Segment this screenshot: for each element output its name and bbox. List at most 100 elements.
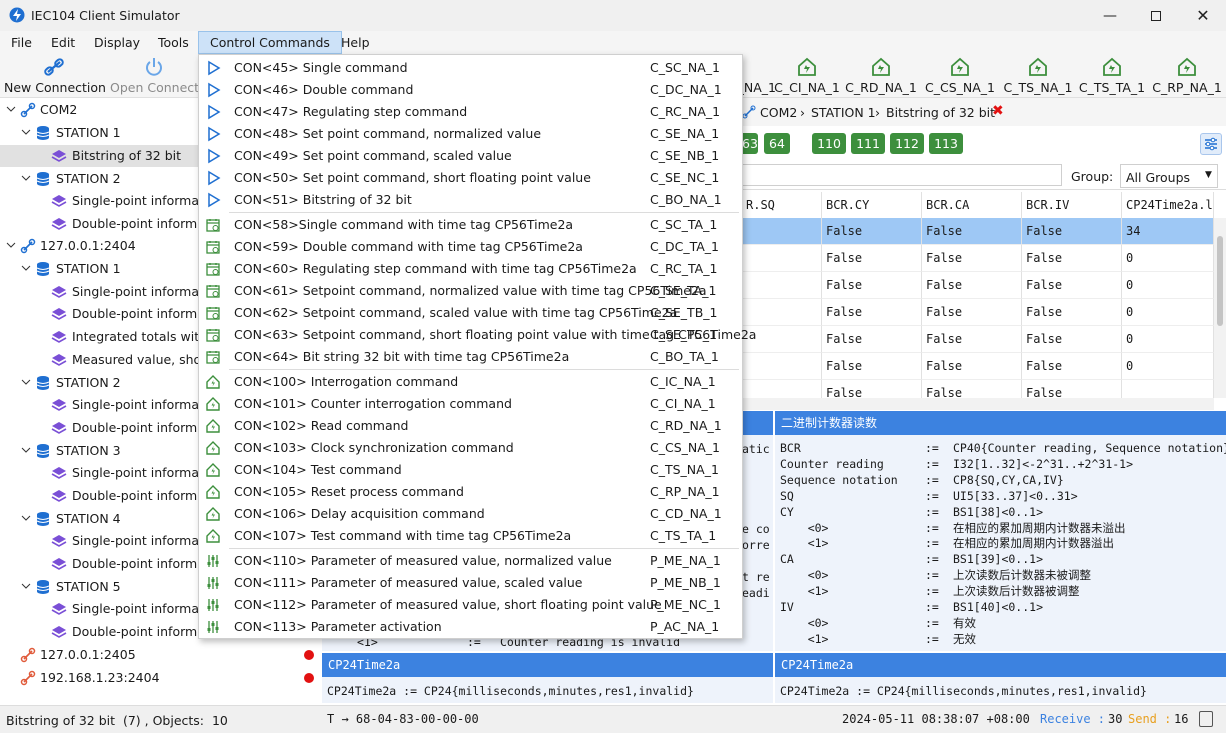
menu-item-c-se-nb-1[interactable]: CON<49> Set point command, scaled value C… — [199, 145, 742, 167]
chevron-down-icon[interactable] — [20, 261, 32, 275]
new-connection-button[interactable]: New Connection — [4, 54, 106, 98]
column-header[interactable]: BCR.CA — [922, 192, 1022, 218]
menu-item-c-se-nc-1[interactable]: CON<50> Set point command, short floatin… — [199, 167, 742, 189]
grid-cell[interactable]: False — [1022, 245, 1122, 272]
menu-file[interactable]: File — [0, 31, 43, 54]
menu-item-c-ic-na-1[interactable]: CON<100> Interrogation command C_IC_NA_1 — [199, 371, 742, 393]
column-header[interactable]: BCR.CY — [822, 192, 922, 218]
grid-cell[interactable]: False — [922, 245, 1022, 272]
close-icon[interactable]: ✖ — [992, 103, 1004, 119]
menu-edit[interactable]: Edit — [40, 31, 86, 54]
type-button[interactable]: 64 — [764, 133, 790, 154]
grid-cell[interactable]: False — [822, 272, 922, 299]
grid-cell[interactable]: 0 — [1122, 326, 1214, 353]
grid-cell[interactable]: 34 — [1122, 218, 1214, 245]
menu-item-p-me-na-1[interactable]: CON<110> Parameter of measured value, no… — [199, 550, 742, 572]
grid-cell[interactable]: False — [1022, 272, 1122, 299]
menu-item-c-se-tb-1[interactable]: CON<62> Setpoint command, scaled value w… — [199, 302, 742, 324]
minimize-button[interactable]: — — [1087, 0, 1133, 31]
menu-item-c-se-tc-1[interactable]: CON<63> Setpoint command, short floating… — [199, 324, 756, 346]
grid-cell[interactable]: False — [822, 353, 922, 380]
menu-item-c-se-na-1[interactable]: CON<48> Set point command, normalized va… — [199, 123, 742, 145]
type-button[interactable]: 63 — [742, 133, 758, 154]
menu-item-c-bo-ta-1[interactable]: CON<64> Bit string 32 bit with time tag … — [199, 346, 742, 368]
type-button[interactable]: 113 — [929, 133, 963, 154]
settings-toggle-button[interactable] — [1200, 133, 1222, 155]
menu-control-commands[interactable]: Control Commands — [198, 31, 342, 54]
menu-item-c-ci-na-1[interactable]: CON<101> Counter interrogation command C_… — [199, 393, 742, 415]
chevron-down-icon[interactable] — [20, 511, 32, 525]
menu-item-c-cd-na-1[interactable]: CON<106> Delay acquisition command C_CD_N… — [199, 503, 742, 525]
breadcrumb-station[interactable]: STATION 1 — [811, 105, 876, 120]
menu-item-c-dc-na-1[interactable]: CON<46> Double command C_DC_NA_1 — [199, 79, 742, 101]
grid-cell[interactable]: False — [822, 326, 922, 353]
maximize-button[interactable] — [1133, 0, 1179, 31]
menu-item-p-me-nb-1[interactable]: CON<111> Parameter of measured value, sc… — [199, 572, 742, 594]
grid-cell[interactable]: 0 — [1122, 353, 1214, 380]
open-connection-button[interactable]: Open Connect — [110, 54, 198, 98]
menu-item-c-rp-na-1[interactable]: CON<105> Reset process command C_RP_NA_1 — [199, 481, 742, 503]
grid-cell[interactable]: False — [1022, 218, 1122, 245]
menu-display[interactable]: Display — [83, 31, 151, 54]
tree-node-connection-disconnected[interactable]: 127.0.0.1:2405 — [0, 644, 320, 666]
chevron-down-icon[interactable] — [20, 579, 32, 593]
grid-cell[interactable]: False — [922, 218, 1022, 245]
grid-cell[interactable]: False — [922, 299, 1022, 326]
type-button[interactable]: 111 — [851, 133, 885, 154]
grid-cell[interactable]: False — [822, 299, 922, 326]
chevron-down-icon[interactable] — [20, 375, 32, 389]
chevron-down-icon[interactable] — [20, 125, 32, 139]
tree-node-connection-disconnected[interactable]: 192.168.1.23:2404 — [0, 667, 320, 689]
type-button[interactable]: 110 — [812, 133, 846, 154]
menu-item-c-se-ta-1[interactable]: CON<61> Setpoint command, normalized val… — [199, 280, 742, 302]
grid-cell[interactable]: False — [822, 218, 922, 245]
toolbar-c-ci-na-1-button[interactable]: C_CI_NA_1 — [770, 54, 844, 98]
menu-item-c-rc-na-1[interactable]: CON<47> Regulating step command C_RC_NA_1 — [199, 101, 742, 123]
grid-cell[interactable]: False — [822, 245, 922, 272]
menu-item-c-sc-ta-1[interactable]: CON<58>Single command with time tag CP56… — [199, 214, 742, 236]
column-header[interactable]: CP24Time2a.l — [1122, 192, 1214, 218]
menu-item-c-ts-na-1[interactable]: CON<104> Test command C_TS_NA_1 — [199, 459, 742, 481]
chevron-down-icon[interactable] — [20, 443, 32, 457]
toolbar-c-rp-na-1-button[interactable]: C_RP_NA_1 — [1150, 54, 1224, 98]
chevron-down-icon[interactable] — [5, 238, 17, 252]
menu-item-c-bo-na-1[interactable]: CON<51> Bitstring of 32 bit C_BO_NA_1 — [199, 189, 742, 211]
chevron-down-icon[interactable] — [20, 171, 32, 185]
trash-icon[interactable] — [1199, 711, 1213, 727]
grid-cell[interactable] — [742, 245, 822, 272]
grid-cell[interactable]: False — [1022, 299, 1122, 326]
grid-cell[interactable]: False — [922, 272, 1022, 299]
toolbar-c-ts-ta-1-button[interactable]: C_TS_TA_1 — [1076, 54, 1148, 98]
menu-item-c-sc-na-1[interactable]: CON<45> Single command C_SC_NA_1 — [199, 57, 742, 79]
menu-item-p-ac-na-1[interactable]: CON<113> Parameter activation P_AC_NA_1 — [199, 616, 742, 638]
grid-cell[interactable]: False — [922, 353, 1022, 380]
group-select[interactable]: All Groups ▼ — [1120, 164, 1218, 188]
type-button[interactable]: 112 — [890, 133, 924, 154]
menu-item-c-rc-ta-1[interactable]: CON<60> Regulating step command with tim… — [199, 258, 742, 280]
grid-cell[interactable]: False — [1022, 353, 1122, 380]
menu-item-c-rd-na-1[interactable]: CON<102> Read command C_RD_NA_1 — [199, 415, 742, 437]
breadcrumb-leaf[interactable]: Bitstring of 32 bit — [886, 105, 995, 120]
grid-cell[interactable]: False — [1022, 326, 1122, 353]
column-header[interactable]: BCR.IV — [1022, 192, 1122, 218]
toolbar-c-rd-na-1-button[interactable]: C_RD_NA_1 — [844, 54, 918, 98]
scrollbar-thumb[interactable] — [1217, 236, 1223, 326]
toolbar-c-cs-na-1-button[interactable]: C_CS_NA_1 — [922, 54, 998, 98]
grid-cell[interactable]: 0 — [1122, 272, 1214, 299]
close-window-button[interactable]: ✕ — [1180, 0, 1226, 31]
grid-cell[interactable]: False — [922, 326, 1022, 353]
menu-item-c-cs-na-1[interactable]: CON<103> Clock synchronization command C_… — [199, 437, 742, 459]
grid-cell[interactable] — [742, 218, 822, 245]
grid-cell[interactable] — [742, 299, 822, 326]
toolbar-c-ts-na-1-button[interactable]: C_TS_NA_1 — [1000, 54, 1076, 98]
menu-item-c-ts-ta-1[interactable]: CON<107> Test command with time tag CP56… — [199, 525, 742, 547]
menu-item-c-dc-ta-1[interactable]: CON<59> Double command with time tag CP5… — [199, 236, 742, 258]
grid-cell[interactable] — [742, 353, 822, 380]
chevron-down-icon[interactable] — [5, 102, 17, 116]
breadcrumb-com2[interactable]: COM2 — [760, 105, 797, 120]
menu-help[interactable]: Help — [330, 31, 381, 54]
menu-item-p-me-nc-1[interactable]: CON<112> Parameter of measured value, sh… — [199, 594, 742, 616]
grid-cell[interactable]: 0 — [1122, 299, 1214, 326]
menu-tools[interactable]: Tools — [147, 31, 200, 54]
column-header[interactable]: R.SQ — [742, 192, 822, 218]
